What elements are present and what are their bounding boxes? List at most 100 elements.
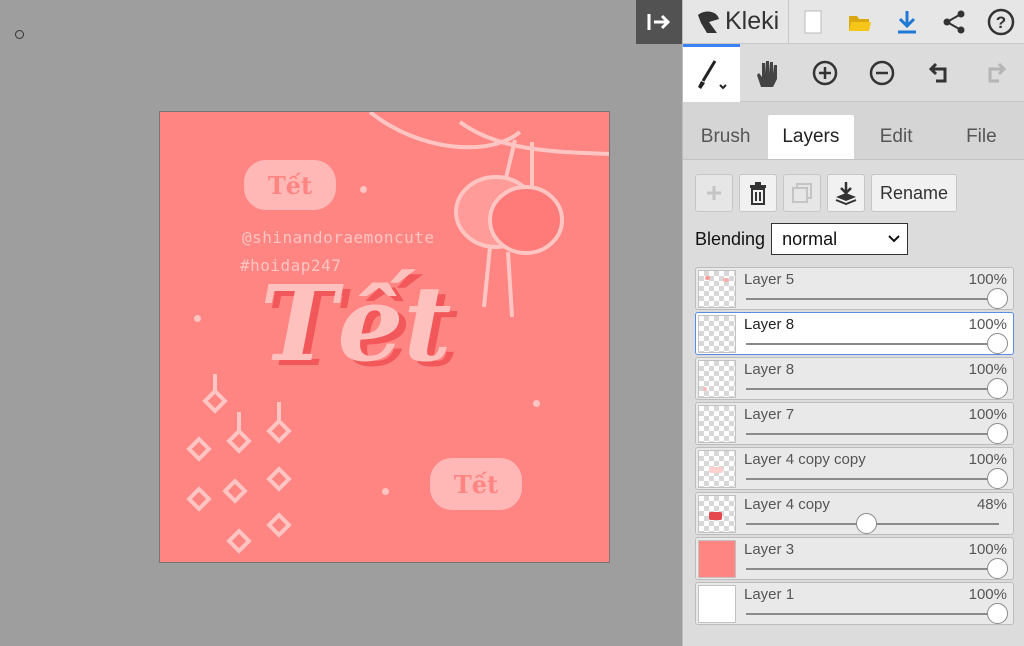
add-layer-button[interactable] bbox=[695, 174, 733, 212]
zoom-in-icon bbox=[812, 60, 838, 86]
tool-row bbox=[683, 44, 1024, 102]
tab-file[interactable]: File bbox=[939, 115, 1024, 159]
layer-thumbnail bbox=[698, 540, 736, 578]
download-icon bbox=[897, 10, 916, 33]
redo-button[interactable] bbox=[967, 44, 1024, 102]
layer-thumbnail bbox=[698, 315, 736, 353]
app-name: Kleki bbox=[725, 7, 780, 35]
new-image-button[interactable] bbox=[789, 0, 836, 44]
share-button[interactable] bbox=[930, 0, 977, 44]
small-tet-label-top: Tết bbox=[244, 160, 336, 210]
layer-opacity-value: 48% bbox=[976, 496, 1007, 513]
layer-opacity-value: 100% bbox=[968, 271, 1007, 288]
delete-layer-button[interactable] bbox=[739, 174, 777, 212]
big-tet-lettering: Tết bbox=[260, 262, 452, 385]
opacity-slider-handle[interactable] bbox=[856, 513, 878, 534]
layer-opacity-slider[interactable] bbox=[746, 433, 999, 435]
layer-opacity-value: 100% bbox=[968, 361, 1007, 378]
rename-layer-button[interactable]: Rename bbox=[871, 174, 958, 212]
redo-icon bbox=[988, 62, 1006, 83]
layer-opacity-slider[interactable] bbox=[746, 478, 999, 480]
layer-opacity-slider[interactable] bbox=[746, 298, 999, 300]
help-button[interactable]: ? bbox=[977, 0, 1024, 44]
opacity-slider-handle[interactable] bbox=[987, 468, 1008, 489]
arrow-right-bar-icon bbox=[647, 14, 671, 30]
undo-button[interactable] bbox=[910, 44, 967, 102]
opacity-slider-handle[interactable] bbox=[987, 603, 1008, 624]
layer-thumbnail bbox=[698, 270, 736, 308]
sparkle-dot bbox=[360, 186, 367, 193]
canvas-workspace[interactable]: Tết Tết @shinandoraemoncute #hoidap247 T… bbox=[0, 0, 682, 646]
sidebar: Kleki ? Brush Layers Edit File Rename Bl… bbox=[682, 0, 1024, 646]
layer-opacity-value: 100% bbox=[968, 541, 1007, 558]
layer-opacity-value: 100% bbox=[968, 316, 1007, 333]
undo-icon bbox=[928, 62, 947, 83]
layer-opacity-slider[interactable] bbox=[746, 388, 999, 390]
tab-brush[interactable]: Brush bbox=[683, 115, 768, 159]
svg-text:?: ? bbox=[995, 13, 1005, 32]
plus-icon bbox=[707, 186, 721, 200]
blending-mode-value: normal bbox=[782, 228, 838, 249]
opacity-slider-handle[interactable] bbox=[987, 558, 1008, 579]
blending-mode-select[interactable]: normal bbox=[771, 223, 909, 255]
layer-name: Layer 5 bbox=[744, 271, 795, 288]
open-file-button[interactable] bbox=[836, 0, 883, 44]
duplicate-icon bbox=[792, 183, 812, 203]
share-icon bbox=[943, 10, 964, 33]
layer-thumbnail bbox=[698, 495, 736, 533]
brush-icon bbox=[698, 59, 728, 89]
folder-icon bbox=[848, 15, 871, 31]
hand-tool-button[interactable] bbox=[740, 44, 797, 102]
layer-name: Layer 7 bbox=[744, 406, 795, 423]
layer-item[interactable]: Layer 7 100% bbox=[695, 402, 1014, 445]
drawing-canvas[interactable]: Tết Tết @shinandoraemoncute #hoidap247 T… bbox=[159, 111, 610, 563]
brush-tool-button[interactable] bbox=[683, 44, 740, 102]
layer-opacity-slider[interactable] bbox=[746, 568, 999, 570]
zoom-out-button[interactable] bbox=[853, 44, 910, 102]
small-tet-label-bottom: Tết bbox=[430, 458, 522, 510]
merge-layer-button[interactable] bbox=[827, 174, 865, 212]
help-icon: ? bbox=[987, 8, 1014, 35]
opacity-slider-handle[interactable] bbox=[987, 333, 1008, 354]
tab-layers[interactable]: Layers bbox=[768, 115, 854, 159]
layer-item[interactable]: Layer 8 100% bbox=[695, 357, 1014, 400]
layer-item[interactable]: Layer 8 100% bbox=[695, 312, 1014, 355]
blending-row: Blending normal bbox=[695, 223, 1014, 255]
layer-thumbnail bbox=[698, 360, 736, 398]
layers-panel: Rename Blending normal Layer 5 100% Layer … bbox=[683, 160, 1024, 625]
collapse-sidebar-button[interactable] bbox=[636, 0, 682, 44]
kleki-logo[interactable]: Kleki bbox=[683, 0, 789, 44]
top-bar: Kleki ? bbox=[683, 0, 1024, 44]
layer-thumbnail bbox=[698, 450, 736, 488]
layer-opacity-value: 100% bbox=[968, 406, 1007, 423]
kleki-logo-icon bbox=[698, 11, 719, 33]
layer-opacity-value: 100% bbox=[968, 451, 1007, 468]
layer-name: Layer 3 bbox=[744, 541, 795, 558]
layer-opacity-slider[interactable] bbox=[746, 613, 999, 615]
layer-item[interactable]: Layer 4 copy copy 100% bbox=[695, 447, 1014, 490]
chevron-down-icon bbox=[888, 235, 900, 243]
merge-down-icon bbox=[835, 182, 857, 205]
hand-icon bbox=[757, 61, 778, 87]
username-handle-text: @shinandoraemoncute bbox=[242, 228, 435, 247]
opacity-slider-handle[interactable] bbox=[987, 378, 1008, 399]
brush-cursor-indicator bbox=[15, 30, 24, 39]
sparkle-dot bbox=[194, 315, 201, 322]
layer-item[interactable]: Layer 3 100% bbox=[695, 537, 1014, 580]
sidebar-tabs: Brush Layers Edit File bbox=[683, 102, 1024, 160]
save-button[interactable] bbox=[883, 0, 930, 44]
layer-name: Layer 8 bbox=[744, 361, 795, 378]
layer-item[interactable]: Layer 1 100% bbox=[695, 582, 1014, 625]
layer-opacity-slider[interactable] bbox=[746, 343, 999, 345]
layer-item[interactable]: Layer 5 100% bbox=[695, 267, 1014, 310]
sparkle-dot bbox=[382, 488, 389, 495]
layer-item[interactable]: Layer 4 copy 48% bbox=[695, 492, 1014, 535]
opacity-slider-handle[interactable] bbox=[987, 288, 1008, 309]
zoom-out-icon bbox=[869, 60, 895, 86]
layer-list: Layer 5 100% Layer 8 100% Layer 8 100% Layer 7… bbox=[695, 267, 1014, 625]
opacity-slider-handle[interactable] bbox=[987, 423, 1008, 444]
tab-edit[interactable]: Edit bbox=[854, 115, 939, 159]
layer-name: Layer 8 bbox=[744, 316, 795, 333]
duplicate-layer-button[interactable] bbox=[783, 174, 821, 212]
zoom-in-button[interactable] bbox=[797, 44, 854, 102]
